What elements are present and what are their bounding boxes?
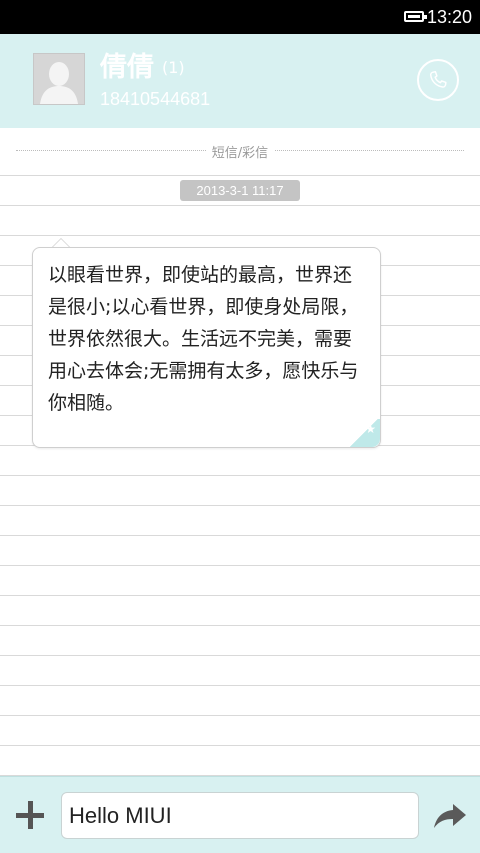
status-bar: 13:20 (0, 0, 480, 34)
message-timestamp: 2013-3-1 11:17 (180, 180, 300, 201)
message-bubble[interactable]: 以眼看世界，即使站的最高，世界还是很小;以心看世界，即使身处局限，世界依然很大。… (32, 247, 381, 448)
contact-phone-number: 18410544681 (100, 89, 211, 109)
star-icon[interactable]: ★ (348, 419, 380, 447)
composer-bar (0, 776, 480, 853)
conversation-header: 倩倩 (1) 18410544681 (0, 34, 480, 128)
message-count: (1) (162, 58, 185, 77)
message-list[interactable]: 短信/彩信 2013-3-1 11:17 以眼看世界，即使站的最高，世界还是很小… (0, 128, 480, 776)
battery-icon (404, 11, 427, 22)
message-input[interactable] (61, 792, 419, 839)
default-avatar-icon[interactable] (33, 53, 85, 105)
plus-icon[interactable] (15, 800, 45, 830)
message-type-label: 短信/彩信 (205, 146, 275, 161)
send-arrow-icon (434, 804, 466, 828)
phone-icon (430, 71, 447, 88)
call-button[interactable] (417, 59, 459, 101)
message-type-divider: 短信/彩信 (0, 142, 480, 161)
status-time: 13:20 (426, 7, 472, 27)
contact-name: 倩倩 (100, 52, 154, 83)
message-text: 以眼看世界，即使站的最高，世界还是很小;以心看世界，即使身处局限，世界依然很大。… (48, 264, 359, 414)
send-button[interactable] (432, 800, 468, 832)
